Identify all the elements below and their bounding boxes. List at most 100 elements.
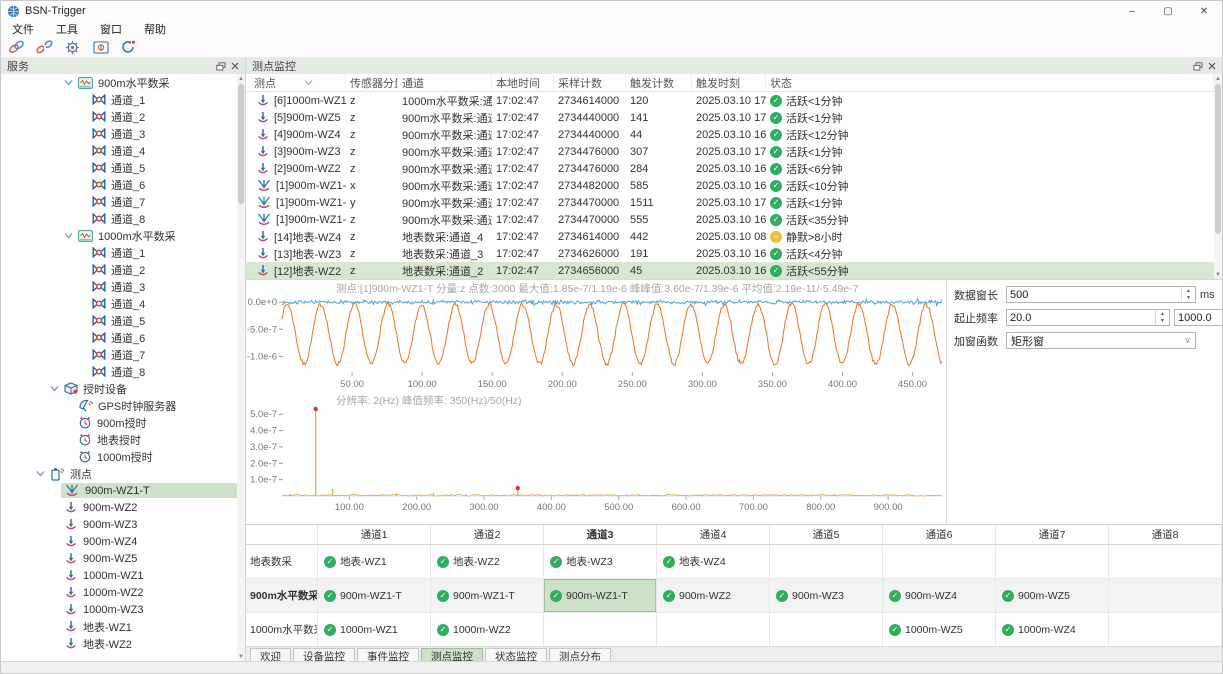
- spin-down-icon[interactable]: ▼: [1156, 318, 1169, 326]
- close-panel-icon[interactable]: [231, 62, 239, 70]
- tree-item-900m-WZ1-T[interactable]: 900m-WZ1-T: [1, 482, 237, 499]
- table-row-3[interactable]: [4]900m-WZ4z900m水平数采:通道_617:02:472734440…: [246, 126, 1214, 143]
- tree-item-通道_7[interactable]: 通道_7: [1, 346, 237, 363]
- sort-icon[interactable]: [304, 79, 313, 86]
- grid-cell[interactable]: ✓地表-WZ3: [544, 545, 657, 579]
- tree-item-通道_3[interactable]: 通道_3: [1, 278, 237, 295]
- float-panel-icon[interactable]: [1193, 62, 1203, 71]
- menu-item-0[interactable]: 文件: [1, 21, 45, 37]
- tree-item-1000m-WZ3[interactable]: 1000m-WZ3: [1, 601, 237, 618]
- tree-item-通道_8[interactable]: 通道_8: [1, 210, 237, 227]
- grid-cell[interactable]: ✓900m-WZ2: [657, 579, 770, 613]
- tree-item-通道_6[interactable]: 通道_6: [1, 176, 237, 193]
- spin-down-icon[interactable]: ▼: [1182, 295, 1195, 303]
- menu-item-2[interactable]: 窗口: [89, 21, 133, 37]
- tree-item-地表-WZ2[interactable]: 地表-WZ2: [1, 635, 237, 652]
- table-row-9[interactable]: [14]地表-WZ4z地表数采:通道_417:02:47273461400044…: [246, 228, 1214, 245]
- tree-scrollbar[interactable]: ▲ ▼: [237, 74, 245, 661]
- maximize-button[interactable]: ▢: [1150, 1, 1186, 21]
- table-row-8[interactable]: [1]900m-WZ1-Tz900m水平数采:通道_317:02:4727344…: [246, 211, 1214, 228]
- menu-item-1[interactable]: 工具: [45, 21, 89, 37]
- grid-cell[interactable]: ✓900m-WZ1-T: [318, 579, 431, 613]
- spin-buttons[interactable]: ▲▼: [1155, 310, 1169, 325]
- window-length-input[interactable]: [1007, 287, 1181, 302]
- grid-cell[interactable]: ✓900m-WZ4: [883, 579, 996, 613]
- grid-cell[interactable]: ✓1000m-WZ4: [996, 613, 1109, 647]
- expander-icon[interactable]: [64, 79, 73, 86]
- grid-cell[interactable]: ✓1000m-WZ1: [318, 613, 431, 647]
- disconnect-link-button[interactable]: [35, 38, 54, 56]
- minimize-button[interactable]: –: [1114, 1, 1150, 21]
- column-header-1[interactable]: 测点: [246, 74, 346, 91]
- tree-item-900m授时[interactable]: 900m授时: [1, 414, 237, 431]
- grid-cell[interactable]: ✓地表-WZ1: [318, 545, 431, 579]
- tree-item-测点[interactable]: 测点: [1, 465, 237, 482]
- table-scrollbar[interactable]: ▲ ▼: [1214, 74, 1222, 279]
- tree-item-通道_3[interactable]: 通道_3: [1, 125, 237, 142]
- tree-item-通道_1[interactable]: 通道_1: [1, 91, 237, 108]
- tree-item-通道_4[interactable]: 通道_4: [1, 142, 237, 159]
- table-row-7[interactable]: [1]900m-WZ1-Ty900m水平数采:通道_217:02:4727344…: [246, 194, 1214, 211]
- close-panel-icon[interactable]: [1208, 62, 1216, 70]
- tree-item-900m-WZ5[interactable]: 900m-WZ5: [1, 550, 237, 567]
- tree-item-授时设备[interactable]: 授时设备: [1, 380, 237, 397]
- freq-end-input[interactable]: [1175, 310, 1223, 325]
- float-panel-icon[interactable]: [216, 62, 226, 71]
- tree-item-通道_4[interactable]: 通道_4: [1, 295, 237, 312]
- table-row-1[interactable]: [6]1000m-WZ1z1000m水平数采:通道_117:02:4727346…: [246, 92, 1214, 109]
- spin-up-icon[interactable]: ▲: [1182, 287, 1195, 295]
- tree-item-地表授时[interactable]: 地表授时: [1, 431, 237, 448]
- tree-item-1000m水平数采[interactable]: 1000m水平数采: [1, 227, 237, 244]
- column-header-6[interactable]: 触发计数: [626, 74, 692, 91]
- expander-icon[interactable]: [50, 385, 59, 392]
- grid-cell[interactable]: ✓900m-WZ5: [996, 579, 1109, 613]
- tree-item-通道_6[interactable]: 通道_6: [1, 329, 237, 346]
- tree-item-GPS时钟服务器[interactable]: GPS时钟服务器: [1, 397, 237, 414]
- column-header-8[interactable]: 状态: [766, 74, 1214, 91]
- tree-item-1000m授时[interactable]: 1000m授时: [1, 448, 237, 465]
- table-row-4[interactable]: [3]900m-WZ3z900m水平数采:通道_517:02:472734476…: [246, 143, 1214, 160]
- tree-item-通道_5[interactable]: 通道_5: [1, 159, 237, 176]
- scroll-down-icon[interactable]: ▼: [1214, 270, 1222, 279]
- scroll-up-icon[interactable]: ▲: [237, 74, 245, 83]
- tree-item-1000m-WZ2[interactable]: 1000m-WZ2: [1, 584, 237, 601]
- tree-item-通道_5[interactable]: 通道_5: [1, 312, 237, 329]
- freq-start-input[interactable]: [1007, 310, 1155, 325]
- connect-link-button[interactable]: [7, 38, 26, 56]
- table-scrollbar-thumb[interactable]: [1215, 84, 1221, 234]
- refresh-button[interactable]: [119, 38, 138, 56]
- tree-item-900m-WZ4[interactable]: 900m-WZ4: [1, 533, 237, 550]
- spin-up-icon[interactable]: ▲: [1156, 310, 1169, 318]
- tree-item-通道_1[interactable]: 通道_1: [1, 244, 237, 261]
- expander-icon[interactable]: [36, 470, 45, 477]
- console-window-button[interactable]: [91, 38, 110, 56]
- column-header-2[interactable]: 传感器分量: [346, 74, 398, 91]
- tree-item-通道_2[interactable]: 通道_2: [1, 261, 237, 278]
- grid-cell[interactable]: ✓900m-WZ1-T: [544, 579, 657, 613]
- column-header-4[interactable]: 本地时间: [492, 74, 554, 91]
- column-header-5[interactable]: 采样计数: [554, 74, 626, 91]
- tree-item-通道_8[interactable]: 通道_8: [1, 363, 237, 380]
- tree-item-通道_7[interactable]: 通道_7: [1, 193, 237, 210]
- grid-cell[interactable]: ✓900m-WZ1-T: [431, 579, 544, 613]
- tree-item-900m-WZ3[interactable]: 900m-WZ3: [1, 516, 237, 533]
- window-function-select[interactable]: 矩形窗 ∨: [1006, 332, 1196, 349]
- scroll-down-icon[interactable]: ▼: [237, 652, 245, 661]
- menu-item-3[interactable]: 帮助: [133, 21, 177, 37]
- grid-cell[interactable]: ✓900m-WZ3: [770, 579, 883, 613]
- table-row-5[interactable]: [2]900m-WZ2z900m水平数采:通道_417:02:472734476…: [246, 160, 1214, 177]
- tree-item-通道_2[interactable]: 通道_2: [1, 108, 237, 125]
- grid-cell[interactable]: ✓地表-WZ4: [657, 545, 770, 579]
- spin-buttons[interactable]: ▲▼: [1181, 287, 1195, 302]
- scroll-up-icon[interactable]: ▲: [1214, 74, 1222, 83]
- grid-cell[interactable]: ✓地表-WZ2: [431, 545, 544, 579]
- tree-item-1000m-WZ1[interactable]: 1000m-WZ1: [1, 567, 237, 584]
- table-row-6[interactable]: [1]900m-WZ1-Tx900m水平数采:通道_117:02:4727344…: [246, 177, 1214, 194]
- table-row-2[interactable]: [5]900m-WZ5z900m水平数采:通道_717:02:472734440…: [246, 109, 1214, 126]
- tree-item-地表-WZ1[interactable]: 地表-WZ1: [1, 618, 237, 635]
- tree-item-900m水平数采[interactable]: 900m水平数采: [1, 74, 237, 91]
- table-row-11[interactable]: [12]地表-WZ2z地表数采:通道_217:02:47273465600045…: [246, 262, 1214, 279]
- grid-cell[interactable]: ✓1000m-WZ2: [431, 613, 544, 647]
- expander-icon[interactable]: [64, 232, 73, 239]
- close-button[interactable]: ✕: [1186, 1, 1222, 21]
